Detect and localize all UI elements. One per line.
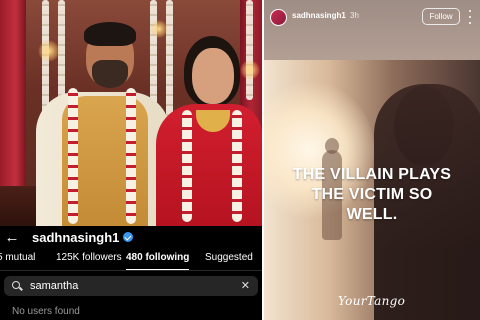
verified-icon [123,232,134,242]
screenshot-collage: ← sadhnasingh1 5 mutual 125K followers 4… [0,0,480,320]
search-input[interactable]: samantha ✕ [4,276,258,296]
tabs-divider [0,270,262,271]
avatar[interactable] [270,9,287,26]
tab-following[interactable]: 480 following [126,249,190,271]
quote-line: THE VILLAIN PLAYS [292,166,452,183]
search-icon [12,281,22,291]
profile-header: ← sadhnasingh1 [0,226,262,248]
tab-followers[interactable]: 125K followers [56,249,122,271]
story-timestamp: 3h [350,11,359,20]
instagram-following-screen: ← sadhnasingh1 5 mutual 125K followers 4… [0,0,262,320]
profile-username: sadhnasingh1 [32,229,120,245]
tab-suggested[interactable]: Suggested [205,249,253,271]
tab-mutual[interactable]: 5 mutual [0,249,35,271]
brand-watermark: YourTango [338,294,406,308]
instagram-story: sadhnasingh1 3h Follow THE VILLAIN PLAYS… [264,0,480,320]
back-arrow-icon[interactable]: ← [2,227,22,247]
story-username[interactable]: sadhnasingh1 [292,11,346,20]
search-value: samantha [30,280,79,292]
more-options-icon[interactable] [468,10,472,24]
empty-results-message: No users found [12,306,80,317]
couple-photo [0,0,262,226]
quote-line: WELL. [346,206,398,223]
quote-line: THE VICTIM SO [311,186,433,203]
clear-icon[interactable]: ✕ [241,279,250,292]
story-header: sadhnasingh1 3h Follow [264,0,480,34]
story-quote: THE VILLAIN PLAYS THE VICTIM SO WELL. [268,165,476,225]
follow-button[interactable]: Follow [422,8,460,25]
